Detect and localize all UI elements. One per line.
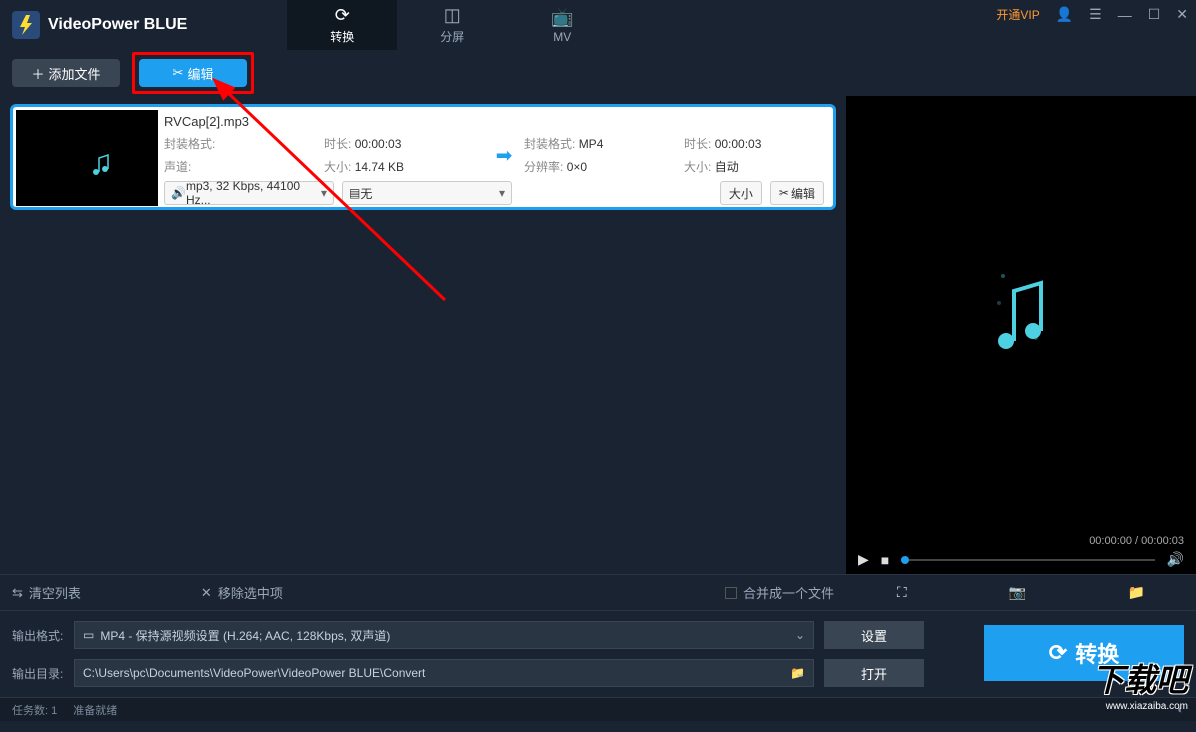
audio-format-select[interactable]: 🔊 mp3, 32 Kbps, 44100 Hz... — [164, 181, 334, 205]
size-button[interactable]: 大小 — [720, 181, 762, 205]
settings-button[interactable]: 设置 — [824, 621, 924, 649]
edit-button[interactable]: ✂ 编辑 — [139, 59, 247, 87]
remove-icon: ✕ — [201, 585, 212, 601]
src-audio-label: 声道: — [164, 160, 191, 174]
output-format-label: 输出格式: — [12, 627, 64, 644]
maximize-icon[interactable]: ☐ — [1148, 6, 1161, 23]
refresh-icon: ⟳ — [1049, 640, 1067, 666]
arrow-right-icon: ➡ — [484, 135, 524, 175]
open-folder-button[interactable]: 打开 — [824, 659, 924, 687]
output-dir-label: 输出目录: — [12, 665, 64, 682]
subtitle-select[interactable]: ▤ 无 — [342, 181, 512, 205]
subtitle-icon: ▤ — [349, 186, 360, 200]
output-dir-input[interactable]: C:\Users\pc\Documents\VideoPower\VideoPo… — [74, 659, 814, 687]
tab-convert[interactable]: ⟳ 转换 — [287, 0, 397, 50]
user-icon[interactable]: 👤 — [1056, 6, 1073, 23]
media-thumbnail — [16, 110, 158, 206]
tab-split[interactable]: ◫ 分屏 — [397, 0, 507, 50]
scissors-icon: ✂ — [779, 186, 789, 200]
merge-checkbox[interactable] — [725, 587, 737, 599]
convert-button[interactable]: ⟳ 转换 — [984, 625, 1184, 681]
status-text: 准备就绪 — [73, 702, 117, 718]
tab-mv[interactable]: 📺 MV — [507, 0, 617, 50]
task-count: 任务数: 1 — [12, 702, 57, 718]
folder-icon[interactable]: 📁 — [1128, 584, 1145, 601]
media-item[interactable]: RVCap[2].mp3 封装格式: 时长: 00:00:03 ➡ 封装格式: … — [10, 104, 836, 210]
output-format-select[interactable]: ▭ MP4 - 保持源视频设置 (H.264; AAC, 128Kbps, 双声… — [74, 621, 814, 649]
add-file-button[interactable]: ＋ 添加文件 — [12, 59, 120, 87]
snapshot-icon[interactable]: 📷 — [1008, 584, 1025, 601]
clear-list-button[interactable]: ⇆ 清空列表 — [12, 583, 81, 602]
progress-bar[interactable] — [901, 559, 1154, 561]
speaker-icon: 🔊 — [171, 186, 186, 200]
app-title: VideoPower BLUE — [48, 16, 187, 34]
edit-button-highlight: ✂ 编辑 — [132, 52, 254, 94]
close-icon[interactable]: ✕ — [1176, 6, 1188, 23]
media-filename: RVCap[2].mp3 — [164, 114, 824, 129]
merge-label: 合并成一个文件 — [743, 583, 834, 602]
preview-time: 00:00:00 / 00:00:03 — [858, 535, 1184, 547]
stop-icon[interactable]: ■ — [881, 552, 889, 568]
clear-icon: ⇆ — [12, 585, 23, 601]
vip-link[interactable]: 开通VIP — [996, 6, 1039, 23]
media-list-panel: RVCap[2].mp3 封装格式: 时长: 00:00:03 ➡ 封装格式: … — [0, 96, 846, 574]
crop-icon[interactable]: ⛶ — [897, 584, 907, 601]
preview-viewport — [846, 96, 1196, 529]
menu-icon[interactable]: ☰ — [1089, 6, 1102, 23]
item-edit-button[interactable]: ✂ 编辑 — [770, 181, 824, 205]
volume-icon[interactable]: 🔊 — [1167, 551, 1184, 568]
remove-selected-button[interactable]: ✕ 移除选中项 — [201, 583, 283, 602]
format-icon: ▭ — [83, 628, 94, 642]
play-icon[interactable]: ▶ — [858, 551, 869, 568]
scissors-icon: ✂ — [173, 65, 184, 81]
split-icon: ◫ — [444, 5, 461, 26]
src-format-label: 封装格式: — [164, 137, 215, 151]
browse-icon[interactable]: 📁 — [790, 666, 805, 680]
app-logo-icon — [12, 11, 40, 39]
plus-icon: ＋ — [31, 64, 44, 83]
tv-icon: 📺 — [551, 7, 573, 28]
status-right-icon[interactable]: ◐ — [1177, 704, 1184, 716]
refresh-icon: ⟳ — [335, 5, 350, 26]
minimize-icon[interactable]: — — [1118, 7, 1132, 23]
preview-panel: 00:00:00 / 00:00:03 ▶ ■ 🔊 — [846, 96, 1196, 574]
